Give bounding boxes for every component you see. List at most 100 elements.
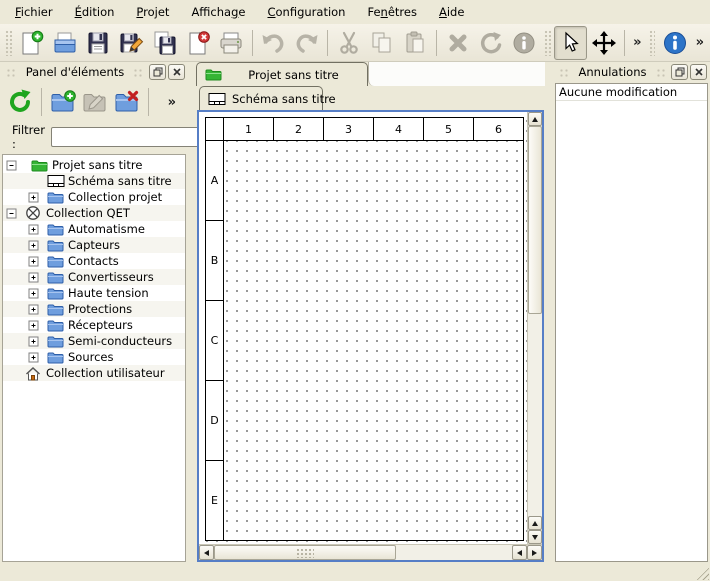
save-all-button[interactable] — [148, 26, 181, 60]
menu-item-edition[interactable]: Édition — [64, 2, 126, 22]
new-category-button[interactable] — [47, 86, 79, 118]
scroll-up-button[interactable] — [528, 112, 542, 126]
dock-splitter[interactable] — [545, 62, 553, 562]
menu-item-projet[interactable]: Projet — [125, 2, 180, 22]
undo-history-list[interactable]: Aucune modification — [555, 83, 708, 562]
column-header: 2 — [274, 117, 324, 141]
elements-panel-titlebar[interactable]: Panel d'éléments — [0, 62, 188, 82]
select-tool-button[interactable] — [554, 26, 587, 60]
menu-item-aide[interactable]: Aide — [428, 2, 475, 22]
tab-schema-sans-titre[interactable]: Schéma sans titre — [199, 86, 323, 110]
delete-button[interactable] — [441, 26, 474, 60]
sheet-corner-cell — [205, 117, 224, 141]
tree-item-convertisseurs[interactable]: Convertisseurs — [3, 269, 185, 285]
move-tool-button[interactable] — [587, 26, 620, 60]
toolbar-drag-handle[interactable] — [544, 30, 551, 56]
rotate-button[interactable] — [474, 26, 507, 60]
main-area: Panel d'éléments — [0, 62, 710, 565]
save-as-button[interactable] — [115, 26, 148, 60]
resize-grip[interactable] — [695, 566, 709, 580]
tree-item-collection-qet[interactable]: Collection QET — [3, 205, 185, 221]
expand-expander-icon[interactable] — [28, 224, 39, 235]
new-project-button[interactable] — [15, 26, 48, 60]
toolbar-overflow-button[interactable]: » — [692, 35, 708, 50]
scroll-down-button[interactable] — [528, 530, 542, 544]
row-header: D — [205, 381, 224, 461]
toolbar-drag-handle[interactable] — [649, 30, 656, 56]
dock-float-button[interactable] — [671, 64, 688, 80]
toolbar-separator — [436, 30, 437, 56]
menu-item-affichage[interactable]: Affichage — [180, 2, 256, 22]
copy-button[interactable] — [365, 26, 398, 60]
tree-item-sources[interactable]: Sources — [3, 349, 185, 365]
reload-collections-button[interactable] — [4, 86, 36, 118]
scroll-right-button[interactable] — [527, 545, 542, 560]
expand-expander-icon[interactable] — [28, 352, 39, 363]
vertical-scrollbar[interactable] — [527, 112, 542, 544]
dock-float-button[interactable] — [149, 64, 166, 80]
vertical-scrollbar-thumb[interactable] — [528, 126, 542, 314]
vertical-scrollbar-track[interactable] — [528, 314, 542, 516]
menu-item-configuration[interactable]: Configuration — [256, 2, 356, 22]
expand-expander-icon[interactable] — [28, 288, 39, 299]
menu-item-fichier[interactable]: Fichier — [4, 2, 64, 22]
collapse-expander-icon[interactable] — [6, 160, 17, 171]
paste-button[interactable] — [399, 26, 432, 60]
tree-item-protections[interactable]: Protections — [3, 301, 185, 317]
tree-item-recepteurs[interactable]: Récepteurs — [3, 317, 185, 333]
menu-item-fenetres[interactable]: Fenêtres — [356, 2, 428, 22]
tree-item-collection-projet[interactable]: Collection projet — [3, 189, 185, 205]
undo-button[interactable] — [257, 26, 290, 60]
edit-category-button[interactable] — [79, 86, 111, 118]
filter-input[interactable] — [51, 127, 205, 147]
paste-icon — [402, 30, 428, 56]
dock-splitter[interactable] — [188, 62, 196, 562]
cut-button[interactable] — [332, 26, 365, 60]
tree-item-semi-conducteurs[interactable]: Semi-conducteurs — [3, 333, 185, 349]
collapse-expander-icon[interactable] — [6, 208, 17, 219]
expand-expander-icon[interactable] — [28, 256, 39, 267]
redo-button[interactable] — [290, 26, 323, 60]
expand-expander-icon[interactable] — [28, 192, 39, 203]
scroll-up-button[interactable] — [528, 516, 542, 530]
horizontal-scrollbar-track[interactable] — [396, 545, 512, 560]
toolbar-overflow-button[interactable]: » — [629, 35, 645, 50]
undo-panel-titlebar[interactable]: Annulations — [553, 62, 710, 82]
elements-panel-dock: Panel d'éléments — [0, 62, 188, 562]
tree-item-project[interactable]: Projet sans titre — [3, 157, 185, 173]
open-icon — [52, 30, 78, 56]
toolbar-separator — [624, 30, 625, 56]
undo-icon — [260, 30, 286, 56]
close-icon — [172, 67, 182, 77]
open-project-button[interactable] — [48, 26, 81, 60]
status-bar — [0, 565, 710, 581]
tab-projet-sans-titre[interactable]: Projet sans titre — [196, 62, 368, 86]
print-button[interactable] — [214, 26, 247, 60]
about-info-button[interactable] — [658, 26, 691, 60]
expand-expander-icon[interactable] — [28, 272, 39, 283]
element-info-button[interactable] — [508, 26, 541, 60]
horizontal-scrollbar[interactable] — [199, 544, 542, 560]
tree-item-contacts[interactable]: Contacts — [3, 253, 185, 269]
tree-item-collection-utilisateur[interactable]: Collection utilisateur — [3, 365, 185, 381]
tree-item-capteurs[interactable]: Capteurs — [3, 237, 185, 253]
expand-expander-icon[interactable] — [28, 320, 39, 331]
diagram-canvas[interactable]: 1 2 3 4 5 6 A B C D E — [199, 112, 527, 544]
dock-close-button[interactable] — [168, 64, 185, 80]
panel-toolbar-overflow-button[interactable]: » — [164, 95, 180, 110]
delete-category-button[interactable] — [111, 86, 143, 118]
scroll-left-button[interactable] — [512, 545, 527, 560]
undo-list-item[interactable]: Aucune modification — [556, 84, 707, 101]
scroll-left-button[interactable] — [199, 545, 214, 560]
toolbar-drag-handle[interactable] — [5, 30, 12, 56]
tree-item-automatisme[interactable]: Automatisme — [3, 221, 185, 237]
horizontal-scrollbar-thumb[interactable] — [214, 545, 396, 560]
dock-close-button[interactable] — [690, 64, 707, 80]
tree-item-haute-tension[interactable]: Haute tension — [3, 285, 185, 301]
expand-expander-icon[interactable] — [28, 240, 39, 251]
expand-expander-icon[interactable] — [28, 336, 39, 347]
close-project-button[interactable] — [181, 26, 214, 60]
save-button[interactable] — [81, 26, 114, 60]
tree-item-schema[interactable]: Schéma sans titre — [3, 173, 185, 189]
expand-expander-icon[interactable] — [28, 304, 39, 315]
